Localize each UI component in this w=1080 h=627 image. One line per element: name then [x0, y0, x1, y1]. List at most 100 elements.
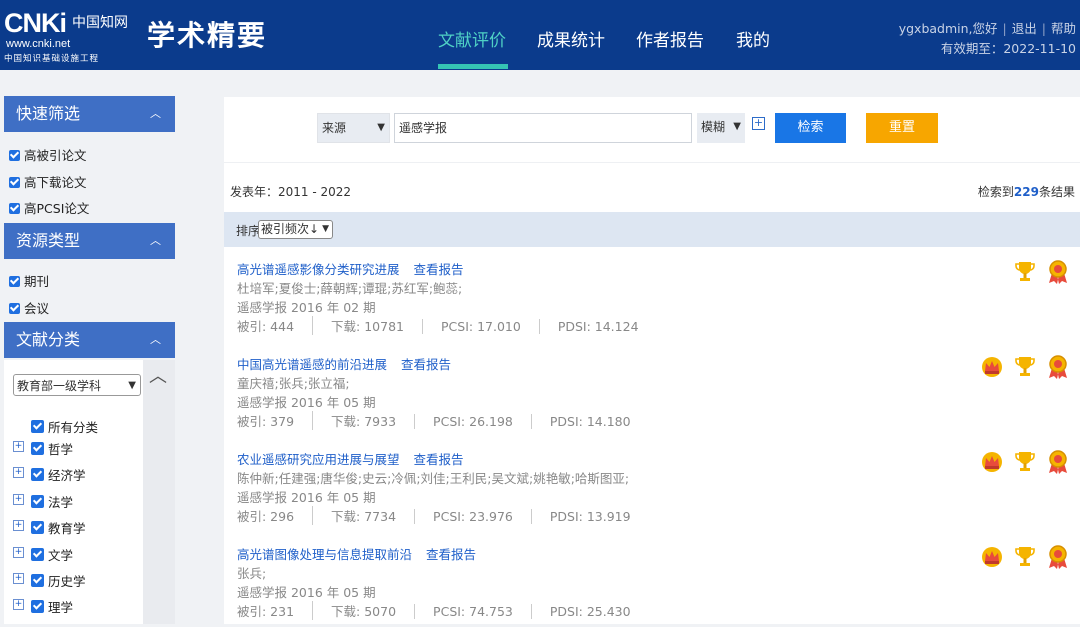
category-history[interactable]: 历史学 [31, 571, 86, 589]
chevron-up-icon: ︿ [150, 234, 161, 247]
category-all[interactable]: 所有分类 [31, 417, 98, 435]
expand-icon[interactable]: + [13, 441, 24, 452]
metric-download: 下载: 5070 [312, 601, 414, 620]
filter-conference[interactable]: 会议 [9, 298, 49, 316]
result-authors: 张兵; [237, 566, 267, 581]
filter-high-pcsi[interactable]: 高PCSI论文 [9, 198, 89, 216]
nav-mine[interactable]: 我的 [736, 26, 770, 51]
checkbox-icon[interactable] [9, 177, 20, 188]
result-title-link[interactable]: 农业遥感研究应用进展与展望 [237, 452, 400, 467]
match-mode-select[interactable]: 模糊 ▼ [697, 113, 745, 143]
result-title-line: 中国高光谱遥感的前沿进展 查看报告 [237, 354, 451, 373]
expand-icon[interactable]: + [13, 467, 24, 478]
result-title-link[interactable]: 中国高光谱遥感的前沿进展 [237, 357, 387, 372]
checkbox-icon[interactable] [31, 600, 44, 613]
metric-pdsi: PDSI: 14.124 [538, 319, 657, 334]
category-law[interactable]: 法学 [31, 492, 73, 510]
top-header: CNKi 中国知网 www.cnki.net 中国知识基础设施工程 学术精要 文… [0, 0, 1080, 70]
category-literature[interactable]: 文学 [31, 545, 73, 563]
category-economics[interactable]: 经济学 [31, 465, 86, 483]
product-brand: 学术精要 [147, 19, 268, 52]
medal-icon [1049, 545, 1067, 569]
checkbox-icon[interactable] [31, 574, 44, 587]
view-report-link[interactable]: 查看报告 [401, 357, 451, 372]
result-journal: 遥感学报 2016 年 05 期 [237, 585, 376, 600]
checkbox-icon[interactable] [31, 442, 44, 455]
expand-icon[interactable]: + [13, 547, 24, 558]
result-metrics: 被引: 444 下载: 10781 PCSI: 17.010 PDSI: 14.124 [237, 316, 657, 335]
filter-label: 会议 [24, 301, 50, 316]
nav-literature-evaluation[interactable]: 文献评价 [438, 26, 506, 51]
result-authors: 杜培军;夏俊士;薛朝辉;谭琨;苏红军;鲍蕊; [237, 281, 463, 296]
crown-icon [982, 357, 1003, 377]
trophy-icon [1015, 547, 1035, 566]
category-label: 所有分类 [48, 420, 99, 435]
checkbox-icon[interactable] [31, 521, 44, 534]
sort-select[interactable]: 被引频次↓ ▼ [258, 220, 333, 239]
medal-icon [1049, 260, 1067, 284]
scroll-up-icon[interactable]: ︿ [149, 362, 167, 388]
metric-cited: 被引: 379 [237, 414, 295, 429]
search-button[interactable]: 检索 [775, 113, 846, 143]
help-link[interactable]: 帮助 [1051, 21, 1076, 36]
expand-icon[interactable]: + [13, 520, 24, 531]
result-metrics: 被引: 296 下载: 7734 PCSI: 23.976 PDSI: 13.919 [237, 506, 649, 525]
filter-journal[interactable]: 期刊 [9, 271, 49, 289]
nav-author-report[interactable]: 作者报告 [636, 26, 704, 51]
expand-icon[interactable]: + [13, 573, 24, 584]
user-greeting[interactable]: ygxbadmin,您好 [899, 21, 998, 36]
quick-filter-header[interactable]: 快速筛选 ︿ [4, 96, 175, 132]
logo-mark: CNKi [4, 8, 67, 38]
chevron-down-icon: ▼ [733, 121, 741, 132]
cnki-logo[interactable]: CNKi 中国知网 www.cnki.net 中国知识基础设施工程 [4, 8, 140, 64]
category-label: 教育学 [48, 521, 86, 536]
checkbox-icon[interactable] [31, 495, 44, 508]
result-journal: 遥感学报 2016 年 05 期 [237, 395, 376, 410]
doc-class-header[interactable]: 文献分类 ︿ [4, 322, 175, 358]
medal-icon [1049, 355, 1067, 379]
result-authors: 陈仲新;任建强;唐华俊;史云;冷佩;刘佳;王利民;吴文斌;姚艳敏;哈斯图亚; [237, 471, 630, 486]
reset-button[interactable]: 重置 [866, 113, 938, 143]
metric-pdsi: PDSI: 14.180 [530, 414, 649, 429]
checkbox-icon[interactable] [9, 150, 20, 161]
view-report-link[interactable]: 查看报告 [426, 547, 476, 562]
category-education[interactable]: 教育学 [31, 518, 86, 536]
checkbox-icon[interactable] [31, 420, 44, 433]
result-title-link[interactable]: 高光谱遥感影像分类研究进展 [237, 262, 400, 277]
expand-icon[interactable]: + [13, 599, 24, 610]
discipline-select[interactable]: 教育部一级学科 ▼ [13, 374, 141, 396]
result-title-link[interactable]: 高光谱图像处理与信息提取前沿 [237, 547, 412, 562]
resource-type-header[interactable]: 资源类型 ︿ [4, 223, 175, 259]
checkbox-icon[interactable] [9, 203, 20, 214]
logo-subtitle: 中国知识基础设施工程 [4, 54, 100, 64]
view-report-link[interactable]: 查看报告 [414, 452, 464, 467]
resource-type-title: 资源类型 [16, 231, 81, 250]
add-condition-icon[interactable]: + [752, 117, 765, 130]
checkbox-icon[interactable] [31, 548, 44, 561]
checkbox-icon[interactable] [9, 276, 20, 287]
result-badges [975, 449, 1070, 477]
filter-high-download[interactable]: 高下载论文 [9, 172, 87, 190]
view-report-link[interactable]: 查看报告 [414, 262, 464, 277]
keyword-input[interactable]: 遥感学报 [394, 113, 692, 143]
result-title-line: 农业遥感研究应用进展与展望 查看报告 [237, 449, 464, 468]
filter-label: 高下载论文 [24, 175, 87, 190]
nav-achievement-stats[interactable]: 成果统计 [537, 26, 605, 51]
logo-url: www.cnki.net [6, 38, 71, 50]
count-number: 229 [1013, 185, 1039, 199]
metric-download: 下载: 10781 [312, 316, 422, 335]
expand-icon[interactable]: + [13, 494, 24, 505]
category-label: 哲学 [48, 442, 74, 457]
category-philosophy[interactable]: 哲学 [31, 439, 73, 457]
result-metrics: 被引: 379 下载: 7933 PCSI: 26.198 PDSI: 14.180 [237, 411, 649, 430]
category-science[interactable]: 理学 [31, 597, 73, 615]
checkbox-icon[interactable] [31, 468, 44, 481]
doc-class-title: 文献分类 [16, 330, 81, 349]
filter-label: 高PCSI论文 [24, 201, 90, 216]
filter-high-cited[interactable]: 高被引论文 [9, 145, 87, 163]
source-field-select[interactable]: 来源 ▼ [317, 113, 390, 143]
logout-link[interactable]: 退出 [1012, 21, 1037, 36]
category-label: 经济学 [48, 468, 86, 483]
checkbox-icon[interactable] [9, 303, 20, 314]
category-scrollbar[interactable] [143, 360, 175, 624]
